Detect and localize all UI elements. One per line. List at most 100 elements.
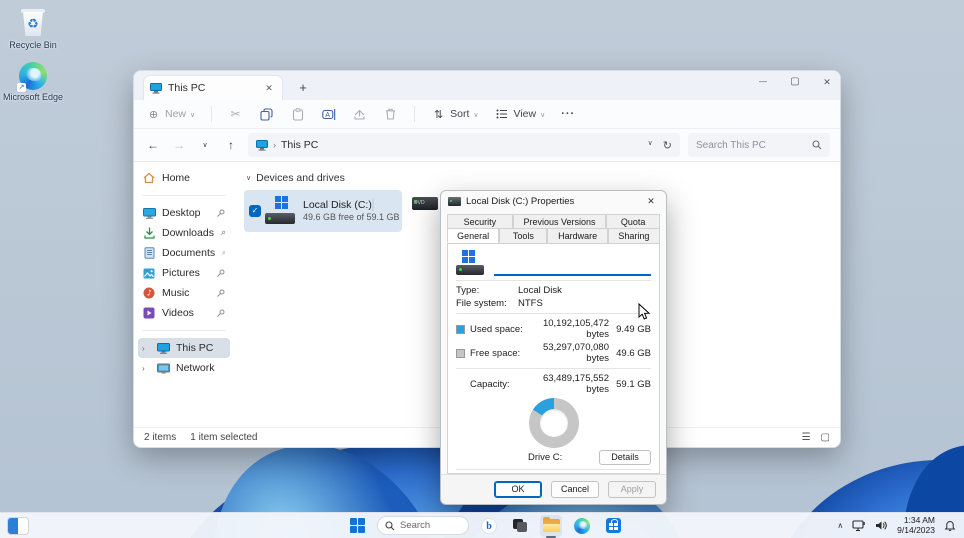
tray-chevron-up-icon[interactable]: ∧ [837, 521, 843, 530]
sidebar-item-videos[interactable]: Videos [138, 303, 230, 323]
new-tab-button[interactable]: + [295, 80, 311, 95]
search-box[interactable] [688, 133, 830, 157]
plus-icon: ⊕ [148, 108, 159, 121]
sidebar-item-music[interactable]: ♪ Music [138, 283, 230, 303]
sidebar-item-label: This PC [176, 342, 214, 354]
forward-icon[interactable]: → [170, 138, 188, 152]
sidebar-item-label: Videos [162, 307, 194, 319]
pin-icon [217, 289, 225, 297]
minimize-button[interactable] [756, 75, 770, 89]
back-icon[interactable]: ← [144, 138, 162, 152]
apply-button[interactable]: Apply [608, 481, 656, 498]
task-view-button[interactable] [509, 515, 531, 537]
bing-chat-button[interactable]: b [478, 515, 500, 537]
breadcrumb[interactable]: This PC [281, 139, 318, 151]
item-checkbox[interactable]: ✓ [249, 205, 261, 217]
drive-name-field[interactable] [494, 260, 651, 276]
expand-chevron-icon[interactable]: › [142, 364, 150, 373]
used-space-row: Used space: 10,192,105,472 bytes 9.49 GB [456, 318, 651, 340]
share-icon[interactable] [352, 107, 367, 122]
drive-icon [448, 197, 461, 206]
network-tray-icon[interactable] [852, 519, 866, 532]
capacity-size: 59.1 GB [616, 378, 651, 390]
sidebar-item-documents[interactable]: Documents [138, 243, 230, 263]
clock[interactable]: 1:34 AM 9/14/2023 [897, 515, 935, 536]
file-explorer-button[interactable] [540, 514, 562, 538]
sidebar-item-pictures[interactable]: Pictures [138, 263, 230, 283]
sidebar-item-desktop[interactable]: Desktop [138, 203, 230, 223]
ok-button[interactable]: OK [494, 481, 542, 498]
refresh-icon[interactable]: ↻ [663, 139, 672, 152]
paste-icon[interactable] [290, 107, 305, 122]
tab-security[interactable]: Security [447, 214, 513, 229]
dialog-titlebar[interactable]: Local Disk (C:) Properties ✕ [441, 191, 666, 212]
search-input[interactable] [696, 139, 812, 151]
tab-hardware[interactable]: Hardware [547, 228, 608, 243]
search-icon [385, 520, 395, 530]
sort-button[interactable]: ⇅ Sort [431, 107, 478, 122]
local-disk-c-item[interactable]: ✓ Local Disk (C:) 49.6 GB free of 59.1 G… [244, 190, 402, 232]
toolbar-divider [414, 106, 416, 122]
task-view-icon [513, 519, 527, 532]
details-view-icon[interactable]: ☰ [802, 432, 811, 443]
start-button[interactable] [346, 515, 368, 537]
taskbar-search[interactable] [377, 516, 469, 535]
desktop-icon-edge[interactable]: ↗ Microsoft Edge [0, 62, 66, 103]
notification-bell-icon[interactable] [944, 520, 956, 532]
recent-locations-icon[interactable]: ∨ [196, 141, 214, 149]
local-disk-icon [456, 250, 486, 276]
copy-icon[interactable] [259, 107, 274, 122]
details-button[interactable]: Details [599, 450, 651, 465]
tab-tools[interactable]: Tools [499, 228, 548, 243]
tab-sharing[interactable]: Sharing [607, 228, 660, 243]
pin-icon [217, 269, 225, 277]
dialog-close-icon[interactable]: ✕ [643, 196, 659, 207]
explorer-titlebar[interactable]: This PC ✕ + [134, 71, 840, 100]
address-box[interactable]: › This PC ∨ ↻ [248, 133, 680, 157]
new-button[interactable]: ⊕ New [146, 107, 195, 122]
taskbar-search-input[interactable] [400, 520, 458, 531]
sidebar-item-network[interactable]: › Network [138, 358, 230, 378]
volume-icon[interactable] [875, 520, 888, 531]
edge-icon [574, 517, 590, 534]
dialog-tabs: Security Previous Versions Quota General… [441, 212, 666, 244]
svg-text:A: A [325, 112, 330, 119]
cut-icon[interactable]: ✂ [228, 107, 243, 122]
edge-button[interactable] [571, 515, 593, 537]
rename-icon[interactable]: A [321, 107, 336, 122]
maximize-button[interactable] [788, 75, 802, 89]
view-icon [495, 107, 510, 122]
explorer-tab-this-pc[interactable]: This PC ✕ [143, 75, 283, 100]
capacity-spacer [456, 380, 465, 389]
network-icon [156, 361, 170, 375]
tab-quota[interactable]: Quota [606, 214, 660, 229]
devices-and-drives-header[interactable]: ∨ Devices and drives [246, 172, 830, 184]
tab-previous-versions[interactable]: Previous Versions [512, 214, 607, 229]
pin-icon [220, 230, 226, 236]
expand-chevron-icon[interactable]: › [142, 344, 150, 353]
dvd-drive-item[interactable]: DVD [412, 184, 442, 214]
widgets-icon[interactable] [7, 516, 29, 535]
store-button[interactable] [602, 515, 624, 537]
sidebar-item-this-pc[interactable]: › This PC [138, 338, 230, 358]
recycle-bin-icon: ♻ [20, 8, 46, 38]
up-icon[interactable]: ↑ [222, 138, 240, 152]
cancel-button[interactable]: Cancel [551, 481, 599, 498]
type-label: Type: [456, 285, 480, 296]
address-dropdown-icon[interactable]: ∨ [648, 139, 653, 152]
sidebar-item-downloads[interactable]: Downloads [138, 223, 230, 243]
desktop-icon-recycle-bin[interactable]: ♻ Recycle Bin [0, 8, 66, 51]
view-button[interactable]: View [495, 107, 546, 122]
tab-close-icon[interactable]: ✕ [262, 83, 276, 94]
local-disk-icon [265, 196, 299, 226]
close-button[interactable] [820, 75, 834, 89]
used-space-size: 9.49 GB [616, 323, 651, 335]
tab-general[interactable]: General [447, 228, 500, 243]
sidebar-item-label: Music [162, 287, 190, 299]
sidebar-item-label: Documents [162, 247, 216, 259]
thumbnail-view-icon[interactable]: ▢ [821, 432, 830, 443]
delete-icon[interactable] [383, 107, 398, 122]
sidebar-item-home[interactable]: Home [138, 168, 230, 188]
more-options-button[interactable] [561, 108, 575, 120]
edge-label: Microsoft Edge [2, 92, 64, 102]
